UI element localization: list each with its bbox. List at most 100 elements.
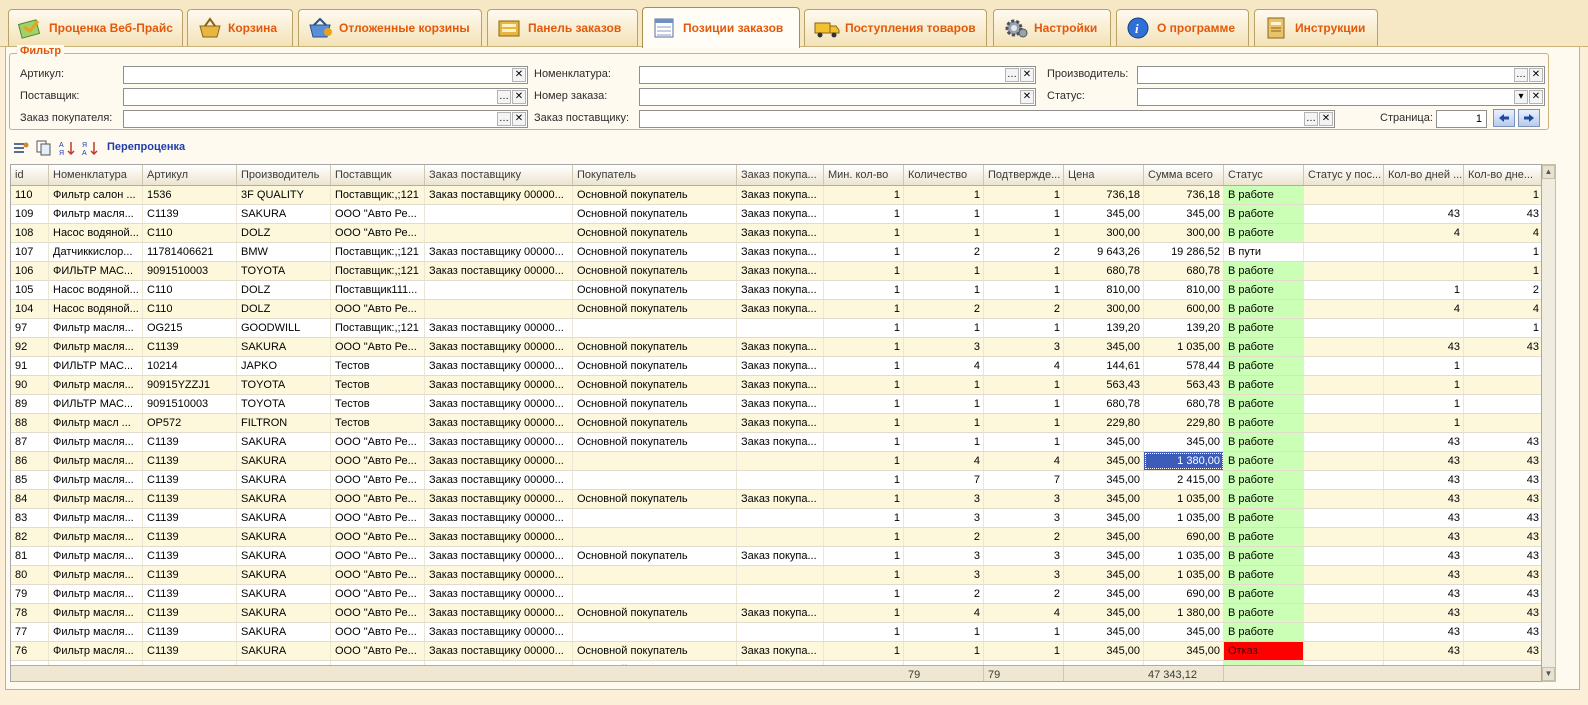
table-cell[interactable]: C1139: [143, 490, 237, 508]
table-cell[interactable]: SAKURA: [237, 338, 331, 356]
table-cell[interactable]: Фильтр масля...: [49, 205, 143, 223]
supplier-order-select-icon[interactable]: …: [1304, 112, 1318, 126]
table-row[interactable]: 87 Фильтр масля... C1139 SAKURA ООО "Авто Ре…: [11, 433, 1541, 452]
status-select[interactable]: ▾ ✕: [1137, 88, 1545, 106]
table-cell[interactable]: Фильтр масля...: [49, 547, 143, 565]
table-row[interactable]: 88 Фильтр масл ... OP572 FILTRON Тестов Заказ…: [11, 414, 1541, 433]
table-cell[interactable]: Основной покупатель: [573, 243, 737, 261]
table-cell[interactable]: 11781406621: [143, 243, 237, 261]
column-header[interactable]: Сумма всего: [1144, 165, 1224, 185]
table-cell[interactable]: 345,00: [1064, 490, 1144, 508]
table-cell[interactable]: C1139: [143, 547, 237, 565]
vertical-scrollbar[interactable]: ▲ ▼: [1542, 164, 1556, 682]
table-cell[interactable]: 43: [1384, 566, 1464, 584]
table-cell[interactable]: 345,00: [1064, 547, 1144, 565]
table-row[interactable]: 105 Насос водяной... C110 DOLZ Поставщик111.…: [11, 281, 1541, 300]
table-cell[interactable]: 680,78: [1144, 395, 1224, 413]
supplier-field[interactable]: … ✕: [123, 88, 528, 106]
table-cell[interactable]: ООО "Авто Ре...: [331, 604, 425, 622]
table-cell[interactable]: 690,00: [1144, 528, 1224, 546]
table-cell[interactable]: 43: [1464, 433, 1541, 451]
tab-order-positions[interactable]: Позиции заказов: [642, 7, 800, 48]
table-cell[interactable]: 43: [1384, 433, 1464, 451]
table-cell[interactable]: Тестов: [331, 414, 425, 432]
table-cell[interactable]: 3: [904, 509, 984, 527]
table-cell[interactable]: 43: [1464, 604, 1541, 622]
table-cell[interactable]: [1304, 509, 1384, 527]
table-cell[interactable]: 43: [1464, 585, 1541, 603]
table-cell[interactable]: 1: [824, 585, 904, 603]
table-cell[interactable]: 9091510003: [143, 395, 237, 413]
table-cell[interactable]: Заказ поставщику 00000...: [425, 395, 573, 413]
table-cell[interactable]: 1: [984, 395, 1064, 413]
sort-descending-icon[interactable]: ЯA: [82, 140, 98, 157]
column-header[interactable]: Количество: [904, 165, 984, 185]
table-cell[interactable]: 2: [984, 528, 1064, 546]
table-cell[interactable]: 2: [904, 300, 984, 318]
table-cell[interactable]: ООО "Авто Ре...: [331, 509, 425, 527]
table-cell[interactable]: 79: [11, 585, 49, 603]
table-cell[interactable]: 1: [824, 186, 904, 204]
table-cell[interactable]: Фильтр масля...: [49, 452, 143, 470]
table-cell[interactable]: 345,00: [1064, 452, 1144, 470]
table-cell[interactable]: 1 035,00: [1144, 490, 1224, 508]
nomenclature-clear-icon[interactable]: ✕: [1020, 68, 1034, 82]
table-cell[interactable]: 1: [824, 395, 904, 413]
table-cell[interactable]: [1304, 243, 1384, 261]
table-cell[interactable]: 106: [11, 262, 49, 280]
table-cell[interactable]: 43: [1464, 509, 1541, 527]
table-cell[interactable]: 43: [1384, 585, 1464, 603]
table-cell[interactable]: 10214: [143, 357, 237, 375]
table-cell[interactable]: 1: [824, 433, 904, 451]
tab-instructions-book[interactable]: Инструкции: [1254, 9, 1378, 46]
status-cell[interactable]: В работе: [1224, 585, 1304, 603]
table-cell[interactable]: 104: [11, 300, 49, 318]
status-cell[interactable]: В работе: [1224, 414, 1304, 432]
table-cell[interactable]: [425, 281, 573, 299]
table-cell[interactable]: C1139: [143, 205, 237, 223]
table-cell[interactable]: 3: [984, 490, 1064, 508]
table-cell[interactable]: C1139: [143, 585, 237, 603]
status-cell[interactable]: В работе: [1224, 186, 1304, 204]
table-cell[interactable]: C110: [143, 281, 237, 299]
table-cell[interactable]: 1: [904, 319, 984, 337]
table-cell[interactable]: 77: [11, 623, 49, 641]
table-cell[interactable]: [1384, 186, 1464, 204]
table-row[interactable]: 108 Насос водяной... C110 DOLZ ООО "Авто Ре.…: [11, 224, 1541, 243]
table-cell[interactable]: 690,00: [1144, 585, 1224, 603]
table-cell[interactable]: 43: [1464, 490, 1541, 508]
table-cell[interactable]: Фильтр масля...: [49, 509, 143, 527]
table-cell[interactable]: 43: [1464, 623, 1541, 641]
table-cell[interactable]: 1: [1464, 243, 1541, 261]
table-cell[interactable]: Заказ поставщику 00000...: [425, 604, 573, 622]
table-cell[interactable]: Фильтр масля...: [49, 319, 143, 337]
table-cell[interactable]: [1384, 319, 1464, 337]
table-cell[interactable]: 1: [824, 642, 904, 660]
table-cell[interactable]: Основной покупатель: [573, 357, 737, 375]
column-header[interactable]: Номенклатура: [49, 165, 143, 185]
table-row[interactable]: 107 Датчиккислор... 11781406621 BMW Поставщи…: [11, 243, 1541, 262]
status-cell[interactable]: В работе: [1224, 262, 1304, 280]
table-cell[interactable]: 1: [824, 509, 904, 527]
table-cell[interactable]: SAKURA: [237, 452, 331, 470]
copy-icon[interactable]: [36, 140, 52, 156]
table-row[interactable]: 76 Фильтр масля... C1139 SAKURA ООО "Авто Ре…: [11, 642, 1541, 661]
table-cell[interactable]: 43: [1464, 205, 1541, 223]
table-cell[interactable]: 1: [824, 224, 904, 242]
column-header[interactable]: id: [11, 165, 49, 185]
table-cell[interactable]: Заказ поставщику 00000...: [425, 433, 573, 451]
table-cell[interactable]: 43: [1384, 338, 1464, 356]
table-cell[interactable]: 563,43: [1144, 376, 1224, 394]
table-cell[interactable]: 4: [1384, 300, 1464, 318]
table-cell[interactable]: 229,80: [1064, 414, 1144, 432]
table-cell[interactable]: SAKURA: [237, 205, 331, 223]
table-cell[interactable]: 736,18: [1144, 186, 1224, 204]
supplier-clear-icon[interactable]: ✕: [512, 90, 526, 104]
order-number-field[interactable]: ✕: [639, 88, 1036, 106]
table-cell[interactable]: [1304, 452, 1384, 470]
table-cell[interactable]: FILTRON: [237, 414, 331, 432]
table-cell[interactable]: 9091510003: [143, 262, 237, 280]
table-cell[interactable]: Фильтр масля...: [49, 376, 143, 394]
table-cell[interactable]: [1384, 243, 1464, 261]
tab-web-price[interactable]: Проценка Веб-Прайс: [8, 9, 183, 46]
